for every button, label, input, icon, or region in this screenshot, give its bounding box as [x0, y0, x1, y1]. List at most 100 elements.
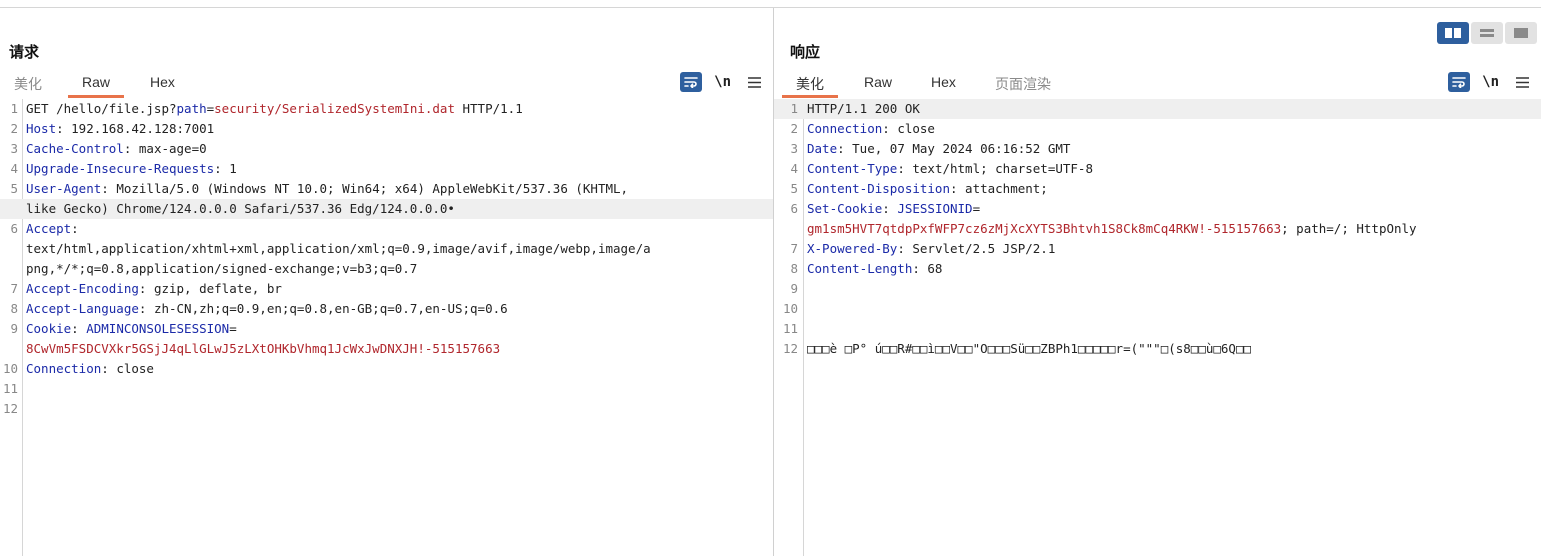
line-number: 9 — [10, 321, 18, 336]
header-name-token: Connection — [26, 361, 102, 376]
line-number: 1 — [790, 101, 798, 116]
line-number: 2 — [10, 121, 18, 136]
request-title: 请求 — [9, 44, 40, 61]
code-line[interactable]: gm1sm5HVT7qtdpPxfWFP7cz6zMjXcXYTS3Bhtvh1… — [774, 219, 1541, 239]
code-text: Upgrade-Insecure-Requests: 1 — [26, 159, 769, 179]
code-line[interactable]: 12 — [0, 399, 773, 419]
text-token: png,*/*;q=0.8,application/signed-exchang… — [26, 261, 418, 276]
single-pane-layout-button[interactable] — [1505, 22, 1537, 44]
header-name-token: path — [176, 101, 207, 116]
code-text: Connection: close — [807, 119, 1537, 139]
code-line[interactable]: 4 Upgrade-Insecure-Requests: 1 — [0, 159, 773, 179]
response-editor[interactable]: 1 HTTP/1.1 200 OK 2 Connection: close 3 Date:… — [774, 99, 1541, 556]
response-tab-raw[interactable]: Raw — [864, 74, 892, 90]
code-line[interactable]: 2 Connection: close — [774, 119, 1541, 139]
stacked-layout-button[interactable] — [1471, 22, 1503, 44]
code-text: GET /hello/file.jsp?path=security/Serial… — [26, 99, 769, 119]
code-text: Date: Tue, 07 May 2024 06:16:52 GMT — [807, 139, 1537, 159]
value-token: gm1sm5HVT7qtdpPxfWFP7cz6zMjXcXYTS3Bhtvh1… — [807, 221, 1282, 236]
text-token: : — [71, 221, 79, 236]
request-tabs: 美化 Raw Hex — [0, 70, 773, 98]
header-name-token: JSESSIONID — [897, 201, 973, 216]
text-token: = — [972, 201, 981, 216]
code-line[interactable]: 8CwVm5FSDCVXkr5GSjJ4qLlGLwJ5zLXtOHKbVhmq… — [0, 339, 773, 359]
text-token: : — [882, 201, 898, 216]
line-number: 8 — [790, 261, 798, 276]
code-text: Content-Length: 68 — [807, 259, 1537, 279]
request-tab-pretty[interactable]: 美化 — [14, 74, 42, 94]
value-token: 8CwVm5FSDCVXkr5GSjJ4qLlGLwJ5zLXtOHKbVhmq… — [26, 341, 501, 356]
wrap-lines-icon[interactable] — [680, 72, 703, 92]
text-token: □□□è □P° ú□□R#□□ì□□V□□"O□□□Sü□□ZBPh1□□□□… — [807, 341, 1252, 356]
response-tools: \n — [1448, 72, 1529, 92]
hamburger-menu-icon[interactable] — [1515, 72, 1529, 92]
code-line[interactable]: 11 — [774, 319, 1541, 339]
line-number: 12 — [782, 341, 798, 356]
text-token: like Gecko) Chrome/124.0.0.0 Safari/537.… — [26, 201, 455, 216]
code-line[interactable]: 12 □□□è □P° ú□□R#□□ì□□V□□"O□□□Sü□□ZBPh1□□… — [774, 339, 1541, 359]
code-line[interactable]: 9 — [774, 279, 1541, 299]
response-tab-pretty-label: 美化 — [796, 76, 824, 92]
code-line[interactable]: 8 Accept-Language: zh-CN,zh;q=0.9,en;q=0.… — [0, 299, 773, 319]
code-line[interactable]: 2 Host: 192.168.42.128:7001 — [0, 119, 773, 139]
request-tab-raw[interactable]: Raw — [68, 74, 125, 98]
code-line[interactable]: 1 HTTP/1.1 200 OK — [774, 99, 1541, 119]
header-name-token: Date — [807, 141, 838, 156]
code-line[interactable]: 5 User-Agent: Mozilla/5.0 (Windows NT 10.… — [0, 179, 773, 199]
header-name-token: Content-Length — [807, 261, 913, 276]
request-tab-hex[interactable]: Hex — [150, 74, 175, 90]
response-tab-hex[interactable]: Hex — [931, 74, 956, 90]
line-number: 1 — [10, 101, 18, 116]
code-text: Accept: — [26, 219, 769, 239]
code-line[interactable]: 8 Content-Length: 68 — [774, 259, 1541, 279]
code-text: User-Agent: Mozilla/5.0 (Windows NT 10.0… — [26, 179, 769, 199]
code-line[interactable]: 6 Set-Cookie: JSESSIONID= — [774, 199, 1541, 219]
line-number: 6 — [790, 201, 798, 216]
layout-toggle — [1437, 22, 1537, 44]
request-editor[interactable]: 1 GET /hello/file.jsp?path=security/Seria… — [0, 99, 773, 556]
header-name-token: X-Powered-By — [807, 241, 898, 256]
code-line[interactable]: 6 Accept: — [0, 219, 773, 239]
response-tab-pretty[interactable]: 美化 — [782, 74, 838, 98]
code-text: 8CwVm5FSDCVXkr5GSjJ4qLlGLwJ5zLXtOHKbVhmq… — [26, 339, 769, 359]
code-text: Host: 192.168.42.128:7001 — [26, 119, 769, 139]
text-token: : max-age=0 — [123, 141, 207, 156]
code-line[interactable]: 4 Content-Type: text/html; charset=UTF-8 — [774, 159, 1541, 179]
line-number: 3 — [10, 141, 18, 156]
code-line[interactable]: 11 — [0, 379, 773, 399]
line-number: 4 — [790, 161, 798, 176]
code-text: HTTP/1.1 200 OK — [807, 99, 1537, 119]
code-text: like Gecko) Chrome/124.0.0.0 Safari/537.… — [26, 199, 769, 219]
text-token: : zh-CN,zh;q=0.9,en;q=0.8,en-GB;q=0.7,en… — [138, 301, 508, 316]
show-newlines-button[interactable]: \n — [714, 72, 731, 92]
side-by-side-layout-button[interactable] — [1437, 22, 1469, 44]
code-line[interactable]: 3 Date: Tue, 07 May 2024 06:16:52 GMT — [774, 139, 1541, 159]
text-token: : 1 — [214, 161, 237, 176]
code-line[interactable]: 3 Cache-Control: max-age=0 — [0, 139, 773, 159]
code-line[interactable]: 5 Content-Disposition: attachment; — [774, 179, 1541, 199]
hamburger-menu-icon[interactable] — [747, 72, 761, 92]
code-line[interactable]: 10 Connection: close — [0, 359, 773, 379]
wrap-lines-icon[interactable] — [1448, 72, 1471, 92]
show-newlines-button[interactable]: \n — [1482, 72, 1499, 92]
code-text: Cache-Control: max-age=0 — [26, 139, 769, 159]
header-name-token: ADMINCONSOLESESSION — [86, 321, 230, 336]
code-line[interactable]: 7 X-Powered-By: Servlet/2.5 JSP/2.1 — [774, 239, 1541, 259]
code-line[interactable]: like Gecko) Chrome/124.0.0.0 Safari/537.… — [0, 199, 773, 219]
response-tab-raw-label: Raw — [864, 74, 893, 90]
code-line[interactable]: 9 Cookie: ADMINCONSOLESESSION= — [0, 319, 773, 339]
code-text: □□□è □P° ú□□R#□□ì□□V□□"O□□□Sü□□ZBPh1□□□□… — [807, 339, 1537, 359]
text-token: : Servlet/2.5 JSP/2.1 — [897, 241, 1056, 256]
code-text: Cookie: ADMINCONSOLESESSION= — [26, 319, 769, 339]
code-line[interactable]: 1 GET /hello/file.jsp?path=security/Seria… — [0, 99, 773, 119]
header-name-token: Accept-Language — [26, 301, 139, 316]
code-line[interactable]: 7 Accept-Encoding: gzip, deflate, br — [0, 279, 773, 299]
code-text: Connection: close — [26, 359, 769, 379]
response-tab-render[interactable]: 页面渲染 — [995, 74, 1051, 94]
text-token: : text/html; charset=UTF-8 — [897, 161, 1093, 176]
line-number: 2 — [790, 121, 798, 136]
code-text: X-Powered-By: Servlet/2.5 JSP/2.1 — [807, 239, 1537, 259]
code-line[interactable]: text/html,application/xhtml+xml,applicat… — [0, 239, 773, 259]
code-line[interactable]: 10 — [774, 299, 1541, 319]
code-line[interactable]: png,*/*;q=0.8,application/signed-exchang… — [0, 259, 773, 279]
